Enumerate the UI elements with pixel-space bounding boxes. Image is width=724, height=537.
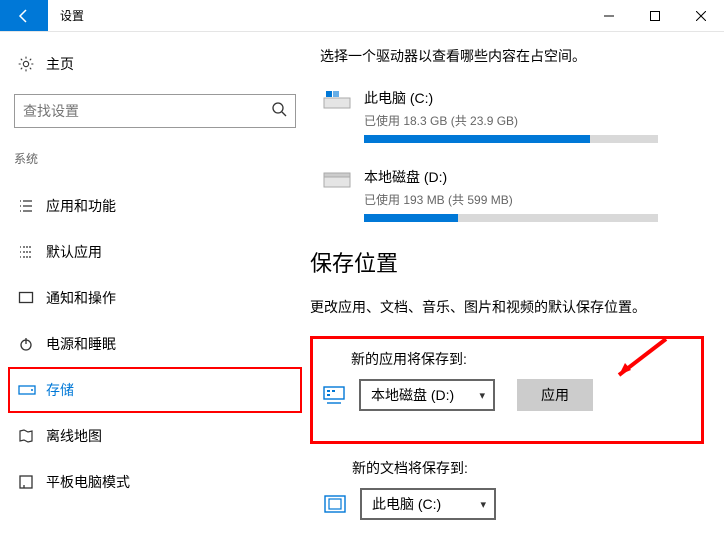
- search-input[interactable]: [14, 94, 296, 128]
- drive-icon: [320, 88, 354, 143]
- map-icon: [18, 428, 46, 444]
- apply-button[interactable]: 应用: [517, 379, 593, 411]
- dropdown-value: 本地磁盘 (D:): [371, 385, 454, 405]
- drive-usage: 已使用 18.3 GB (共 23.9 GB): [364, 112, 704, 129]
- save-apps-dropdown[interactable]: 本地磁盘 (D:) ▾: [359, 379, 495, 411]
- list-icon: [18, 198, 46, 214]
- sidebar-item-label: 默认应用: [46, 242, 102, 262]
- sidebar-item-storage[interactable]: 存储: [10, 369, 300, 411]
- back-button[interactable]: [0, 0, 48, 31]
- drive-usage: 已使用 193 MB (共 599 MB): [364, 191, 704, 208]
- home-link[interactable]: 主页: [0, 54, 310, 74]
- storage-hint: 选择一个驱动器以查看哪些内容在占空间。: [320, 46, 704, 66]
- drive-name: 本地磁盘 (D:): [364, 167, 704, 187]
- chevron-down-icon: ▾: [480, 498, 486, 511]
- sidebar-item-notifications[interactable]: 通知和操作: [0, 275, 310, 321]
- close-button[interactable]: [678, 0, 724, 31]
- sidebar-item-default-apps[interactable]: 默认应用: [0, 229, 310, 275]
- storage-icon: [18, 383, 46, 397]
- search-field[interactable]: [23, 103, 271, 119]
- power-icon: [18, 336, 46, 352]
- sidebar-item-label: 离线地图: [46, 426, 102, 446]
- drive-bar: [364, 214, 658, 222]
- annotation-highlight: 存储: [8, 367, 302, 413]
- section-title: 保存位置: [310, 246, 704, 278]
- content-pane: 选择一个驱动器以查看哪些内容在占空间。 此电脑 (C:) 已使用 18.3 GB…: [310, 32, 724, 537]
- sidebar-item-apps-features[interactable]: 应用和功能: [0, 183, 310, 229]
- group-header: 系统: [0, 150, 310, 167]
- gear-icon: [18, 56, 46, 72]
- drive-bar: [364, 135, 658, 143]
- apps-icon: [321, 386, 347, 404]
- sidebar-item-offline-maps[interactable]: 离线地图: [0, 413, 310, 459]
- chevron-down-icon: ▾: [479, 389, 485, 402]
- save-apps-label: 新的应用将保存到:: [351, 349, 687, 369]
- notification-icon: [18, 290, 46, 306]
- sidebar-item-label: 通知和操作: [46, 288, 116, 308]
- minimize-button[interactable]: [586, 0, 632, 31]
- docs-icon: [322, 495, 348, 513]
- save-docs-label: 新的文档将保存到:: [352, 458, 704, 478]
- maximize-button[interactable]: [632, 0, 678, 31]
- sidebar-item-label: 电源和睡眠: [46, 334, 116, 354]
- sidebar: 主页 系统 应用和功能 默认应用 通知和操作: [0, 32, 310, 537]
- drive-name: 此电脑 (C:): [364, 88, 704, 108]
- defaults-icon: [18, 244, 46, 260]
- titlebar: 设置: [0, 0, 724, 32]
- save-docs-dropdown[interactable]: 此电脑 (C:) ▾: [360, 488, 496, 520]
- window-title: 设置: [48, 0, 96, 31]
- sidebar-item-label: 应用和功能: [46, 196, 116, 216]
- sidebar-item-label: 平板电脑模式: [46, 472, 130, 492]
- sidebar-item-label: 存储: [46, 380, 74, 400]
- drive-row-d[interactable]: 本地磁盘 (D:) 已使用 193 MB (共 599 MB): [320, 167, 704, 222]
- annotation-highlight: 新的应用将保存到: 本地磁盘 (D:) ▾ 应用: [310, 336, 704, 444]
- dropdown-value: 此电脑 (C:): [372, 494, 441, 514]
- sidebar-item-power-sleep[interactable]: 电源和睡眠: [0, 321, 310, 367]
- drive-icon: [320, 167, 354, 222]
- section-desc: 更改应用、文档、音乐、图片和视频的默认保存位置。: [310, 296, 704, 318]
- drive-row-c[interactable]: 此电脑 (C:) 已使用 18.3 GB (共 23.9 GB): [320, 88, 704, 143]
- sidebar-item-tablet-mode[interactable]: 平板电脑模式: [0, 459, 310, 505]
- search-icon: [271, 101, 287, 122]
- home-label: 主页: [46, 54, 74, 74]
- tablet-icon: [18, 474, 46, 490]
